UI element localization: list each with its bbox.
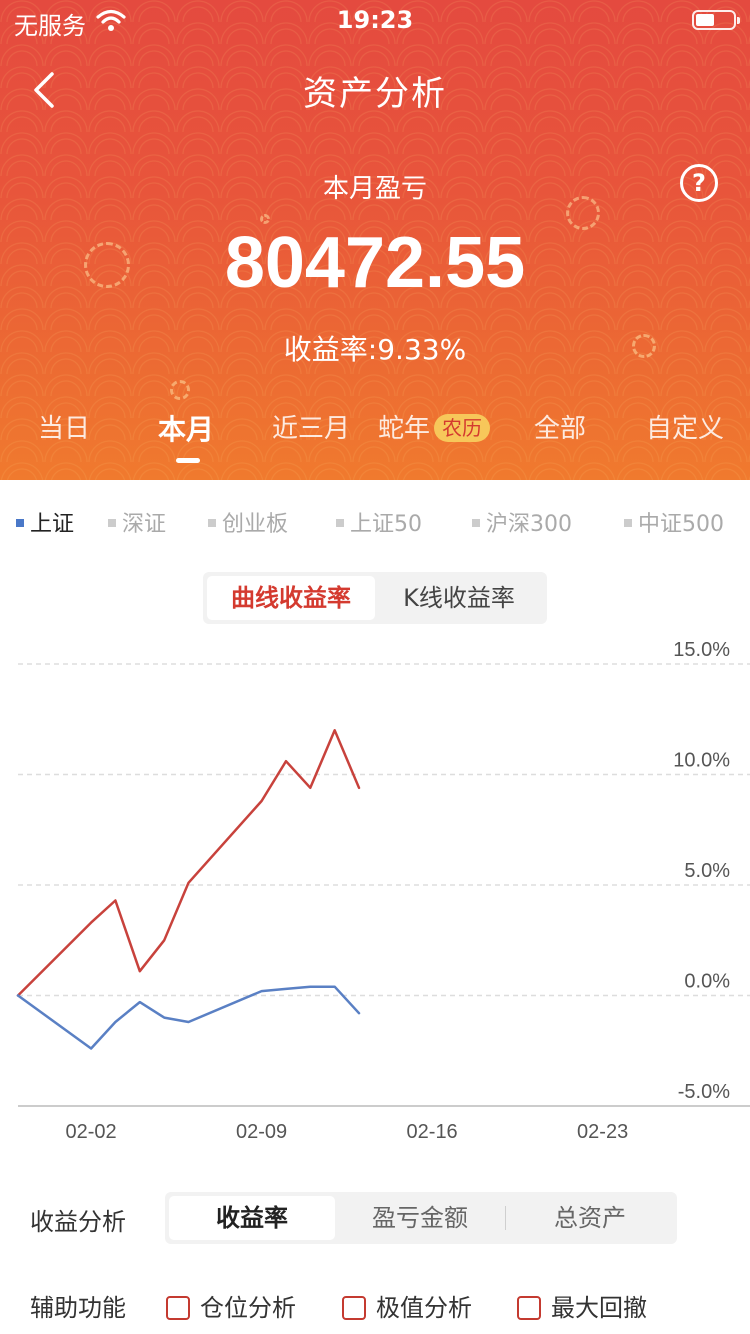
tab-today[interactable]: 当日 (38, 408, 90, 445)
index-legend: 上证 深证 创业板 上证50 沪深300 中证500 (0, 500, 750, 540)
legend-label: 上证50 (350, 512, 422, 537)
legend-marker (208, 519, 216, 527)
legend-label: 创业板 (222, 512, 289, 537)
position-analysis-checkbox[interactable] (166, 1296, 190, 1320)
x-tick-label: 02-02 (66, 1121, 117, 1143)
metric-total-assets-button[interactable]: 总资产 (507, 1196, 673, 1240)
return-rate: 收益率:9.33% (283, 333, 467, 366)
analysis-metric-switch: 收益率 盈亏金额 总资产 (165, 1192, 677, 1244)
clock: 19:23 (336, 6, 414, 34)
tab-three-months[interactable]: 近三月 (272, 408, 350, 445)
x-tick-label: 02-23 (577, 1121, 628, 1143)
max-drawdown-option[interactable]: 最大回撤 (517, 1288, 647, 1322)
tab-all[interactable]: 全部 (534, 408, 586, 445)
legend-item-csi500[interactable]: 中证500 (624, 506, 724, 538)
position-analysis-option[interactable]: 仓位分析 (166, 1288, 296, 1322)
legend-label: 深证 (122, 512, 167, 537)
extreme-analysis-checkbox[interactable] (342, 1296, 366, 1320)
curve-return-button[interactable]: 曲线收益率 (207, 576, 375, 620)
y-tick-label: -5.0% (678, 1081, 730, 1103)
analysis-label: 收益分析 (30, 1208, 126, 1236)
tab-snake-year-label: 蛇年 (378, 414, 431, 444)
metric-return-rate-button[interactable]: 收益率 (169, 1196, 335, 1240)
aux-label: 辅助功能 (30, 1294, 126, 1322)
legend-item-shanghai[interactable]: 上证 (16, 506, 74, 538)
status-bar: 无服务 19:23 (0, 0, 750, 44)
legend-marker (336, 519, 344, 527)
max-drawdown-checkbox[interactable] (517, 1296, 541, 1320)
x-tick-label: 02-09 (236, 1121, 287, 1143)
metric-profit-amount-button[interactable]: 盈亏金额 (337, 1196, 503, 1240)
legend-label: 中证500 (638, 512, 724, 537)
option-label: 最大回撤 (551, 1294, 647, 1322)
legend-marker (108, 519, 116, 527)
tab-this-month[interactable]: 本月 (158, 408, 214, 448)
summary-header: 无服务 19:23 资产分析 本月盈亏 ? 80472.55 收益率:9.33%… (0, 0, 750, 480)
legend-marker (472, 519, 480, 527)
kline-return-button[interactable]: K线收益率 (375, 576, 543, 620)
return-chart: 15.0% 10.0% 5.0% 0.0% -5.0% 02-02 02-09 02-16 02… (16, 639, 750, 1143)
summary-label: 本月盈亏 (322, 174, 427, 204)
y-tick-label: 0.0% (684, 971, 730, 993)
legend-label: 沪深300 (486, 512, 572, 537)
active-tab-indicator (176, 458, 200, 463)
legend-label: 上证 (30, 512, 75, 537)
option-label: 极值分析 (376, 1294, 472, 1322)
page-title: 资产分析 (303, 74, 447, 114)
legend-item-shenzhen[interactable]: 深证 (108, 506, 166, 538)
tab-custom[interactable]: 自定义 (646, 408, 724, 445)
tab-snake-year[interactable]: 蛇年 农历 (378, 408, 491, 445)
legend-item-csi300[interactable]: 沪深300 (472, 506, 572, 538)
portfolio-series-line (16, 729, 361, 997)
extreme-analysis-option[interactable]: 极值分析 (342, 1288, 472, 1322)
battery-icon (692, 10, 740, 30)
legend-marker (624, 519, 632, 527)
legend-item-sse50[interactable]: 上证50 (336, 506, 422, 538)
y-tick-label: 5.0% (684, 860, 730, 882)
period-tabs: 当日 本月 近三月 蛇年 农历 全部 自定义 (0, 408, 750, 468)
option-label: 仓位分析 (200, 1294, 296, 1322)
y-tick-label: 15.0% (673, 639, 730, 661)
divider (505, 1206, 506, 1230)
lunar-badge: 农历 (434, 414, 491, 442)
chart-type-switch: 曲线收益率 K线收益率 (203, 572, 547, 624)
x-tick-label: 02-16 (407, 1121, 458, 1143)
legend-item-chinext[interactable]: 创业板 (208, 506, 288, 538)
asset-analysis-page: 无服务 19:23 资产分析 本月盈亏 ? 80472.55 收益率:9.33%… (0, 0, 750, 1334)
help-icon[interactable]: ? (680, 164, 718, 202)
legend-marker (16, 519, 24, 527)
firework-decoration (170, 380, 190, 400)
y-tick-label: 10.0% (673, 750, 730, 772)
profit-value: 80472.55 (224, 223, 526, 303)
